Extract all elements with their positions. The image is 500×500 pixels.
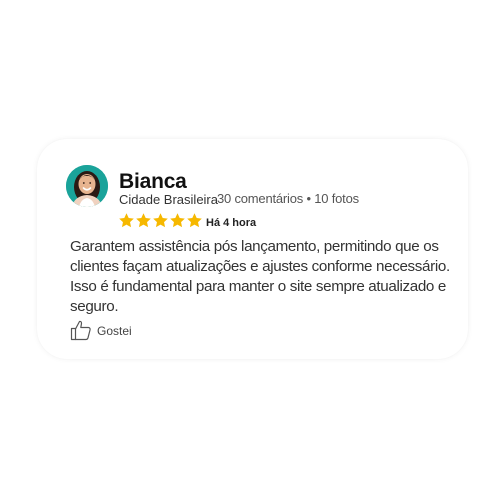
star-icon [170,213,185,228]
review-text: Garantem assistência pós lançamento, per… [70,238,450,315]
author-location: Cidade Brasileira [119,192,218,207]
review-timestamp: Há 4 hora [206,217,257,229]
star-icon [136,213,151,228]
star-icon [153,213,168,228]
author-stats: 30 comentários • 10 fotos [217,191,359,206]
like-button[interactable]: Gostei [69,318,132,342]
star-icon [119,213,134,228]
avatar[interactable] [66,165,108,207]
thumbs-up-icon [70,320,91,341]
star-rating [118,212,203,230]
like-label: Gostei [97,324,132,338]
avatar-photo [66,165,108,207]
star-icon [187,213,202,228]
